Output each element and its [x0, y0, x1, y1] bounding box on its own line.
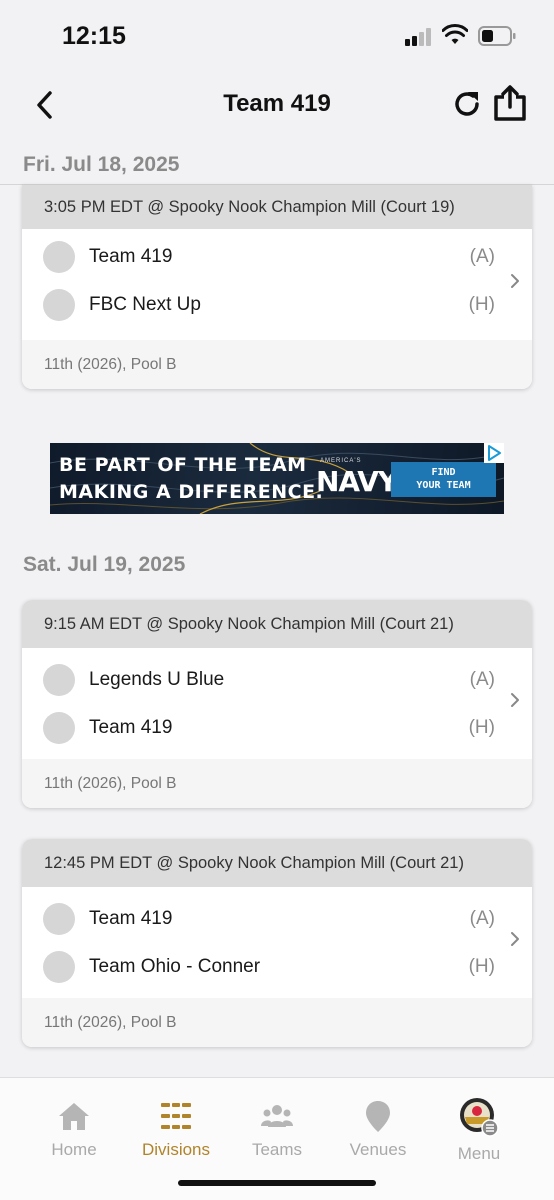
- menu-logo-icon: [460, 1098, 499, 1137]
- team-row: Team 419 (A): [22, 895, 532, 943]
- team-name: Team Ohio - Conner: [89, 956, 261, 977]
- divisions-icon: [161, 1103, 191, 1129]
- game-card[interactable]: 3:05 PM EDT @ Spooky Nook Champion Mill …: [22, 185, 532, 389]
- tab-divisions[interactable]: Divisions: [126, 1100, 226, 1170]
- tab-label: Divisions: [141, 1140, 211, 1159]
- team-side: (H): [468, 956, 495, 977]
- team-row: Team Ohio - Conner (H): [22, 943, 532, 991]
- ad-headline-1: BE PART OF THE TEAM: [59, 454, 307, 476]
- tab-label: Venues: [349, 1140, 407, 1159]
- game-time-venue: 9:15 AM EDT @ Spooky Nook Champion Mill …: [22, 600, 532, 648]
- team-row: FBC Next Up (H): [22, 281, 532, 329]
- team-side: (A): [469, 908, 495, 929]
- ad-brand-small: AMERICA'S: [320, 458, 362, 464]
- date-header: Sat. Jul 19, 2025: [23, 553, 186, 576]
- team-name: Team 419: [89, 246, 173, 267]
- game-division: 11th (2026), Pool B: [22, 759, 532, 808]
- navigation-bar: Team 419: [0, 70, 554, 140]
- team-side: (A): [469, 669, 495, 690]
- team-avatar: [43, 664, 75, 696]
- team-name: FBC Next Up: [89, 294, 201, 315]
- battery-icon: [478, 26, 516, 46]
- advertisement-banner[interactable]: BE PART OF THE TEAM MAKING A DIFFERENCE.…: [50, 443, 504, 514]
- ad-headline-2: MAKING A DIFFERENCE.: [59, 481, 324, 503]
- location-pin-icon: [366, 1101, 390, 1132]
- game-division: 11th (2026), Pool B: [22, 998, 532, 1047]
- tab-teams[interactable]: Teams: [227, 1100, 327, 1170]
- team-avatar: [43, 712, 75, 744]
- team-avatar: [43, 289, 75, 321]
- team-avatar: [43, 241, 75, 273]
- team-side: (H): [468, 717, 495, 738]
- team-avatar: [43, 903, 75, 935]
- chevron-right-icon: [511, 693, 519, 707]
- cellular-signal-icon: [405, 28, 435, 46]
- ad-brand: NAVY: [316, 465, 398, 498]
- team-name: Team 419: [89, 717, 173, 738]
- team-name: Legends U Blue: [89, 669, 225, 690]
- tab-label: Teams: [251, 1140, 303, 1159]
- status-bar: 12:15: [0, 0, 554, 70]
- team-row: Team 419 (H): [22, 704, 532, 752]
- ad-cta-button[interactable]: FIND YOUR TEAM: [391, 462, 496, 497]
- ad-cta-line-1: FIND: [431, 467, 456, 478]
- team-row: Legends U Blue (A): [22, 656, 532, 704]
- game-card[interactable]: 9:15 AM EDT @ Spooky Nook Champion Mill …: [22, 600, 532, 808]
- ad-cta-line-2: YOUR TEAM: [416, 480, 471, 491]
- team-avatar: [43, 951, 75, 983]
- teams-icon: [261, 1105, 293, 1127]
- share-button[interactable]: [493, 84, 527, 122]
- wifi-icon: [442, 24, 468, 44]
- refresh-button[interactable]: [452, 88, 484, 120]
- tab-label: Home: [51, 1140, 97, 1159]
- status-time: 12:15: [62, 22, 126, 50]
- team-row: Team 419 (A): [22, 233, 532, 281]
- home-indicator: [178, 1180, 376, 1186]
- home-icon: [59, 1103, 89, 1130]
- chevron-right-icon: [511, 932, 519, 946]
- game-card[interactable]: 12:45 PM EDT @ Spooky Nook Champion Mill…: [22, 839, 532, 1047]
- team-side: (H): [468, 294, 495, 315]
- tab-menu[interactable]: Menu: [429, 1098, 529, 1170]
- team-side: (A): [469, 246, 495, 267]
- tab-label: Menu: [457, 1144, 501, 1163]
- game-time-venue: 3:05 PM EDT @ Spooky Nook Champion Mill …: [22, 185, 532, 229]
- adchoices-icon[interactable]: [484, 443, 504, 463]
- game-division: 11th (2026), Pool B: [22, 340, 532, 389]
- tab-venues[interactable]: Venues: [328, 1100, 428, 1170]
- team-name: Team 419: [89, 908, 173, 929]
- date-header: Fri. Jul 18, 2025: [23, 153, 180, 176]
- chevron-right-icon: [511, 274, 519, 288]
- tab-home[interactable]: Home: [24, 1100, 124, 1170]
- game-time-venue: 12:45 PM EDT @ Spooky Nook Champion Mill…: [22, 839, 532, 887]
